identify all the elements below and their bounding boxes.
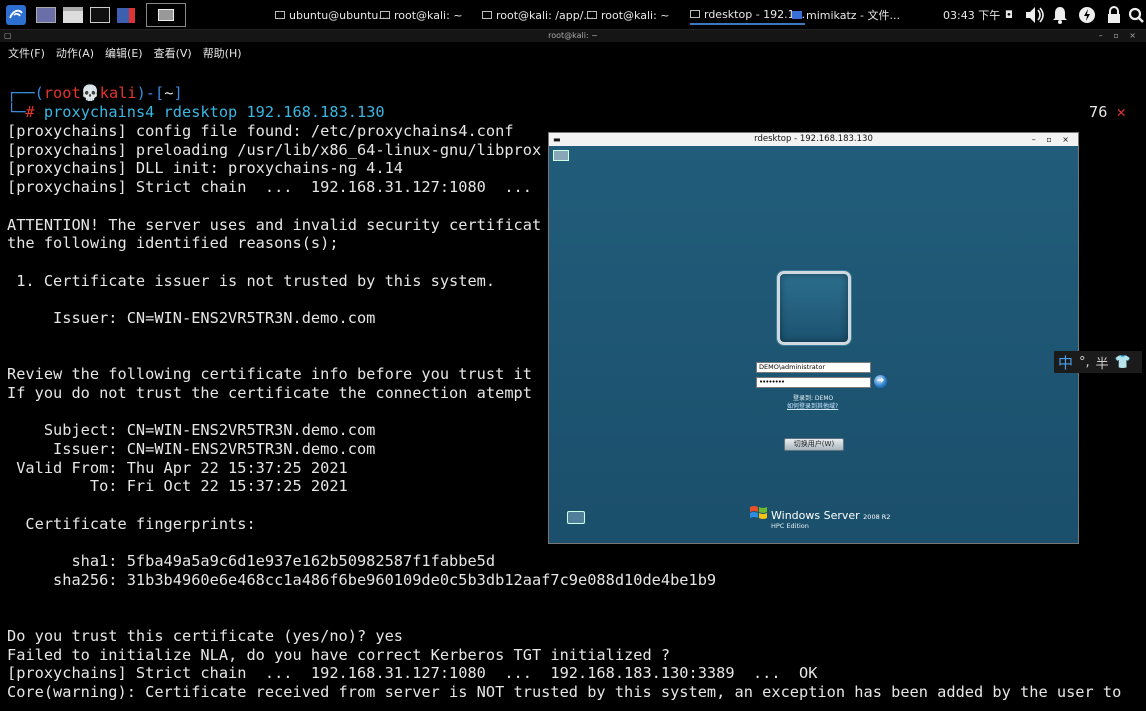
prompt-user: root xyxy=(43,84,81,102)
window-icon xyxy=(275,11,285,19)
terminal-line: Failed to initialize NLA, do you have co… xyxy=(7,645,671,664)
workspace-switcher[interactable] xyxy=(146,3,186,27)
status-x-icon: ✕ xyxy=(1116,103,1126,121)
switch-user-button[interactable]: 切换用户(W) xyxy=(784,438,844,451)
terminal-icon[interactable] xyxy=(88,3,112,27)
terminal-line: Core(warning): Certificate received from… xyxy=(7,683,1122,701)
right-status: 76 ✕ xyxy=(1089,103,1126,121)
rdesktop-window[interactable]: ▬ rdesktop - 192.168.183.130 – ▫ × DEMO\… xyxy=(548,132,1079,544)
ime-width[interactable]: 半 xyxy=(1096,353,1109,372)
ime-skin-icon[interactable]: 👕 xyxy=(1115,355,1131,370)
window-controls[interactable]: – ▫ × xyxy=(1032,133,1073,146)
terminal-line: [proxychains] config file found: /etc/pr… xyxy=(7,122,514,140)
terminal-menubar: 文件(F) 动作(A) 编辑(E) 查看(V) 帮助(H) xyxy=(0,42,1146,64)
power-icon[interactable] xyxy=(1077,0,1097,30)
terminal-line: To: Fri Oct 22 15:37:25 2021 xyxy=(7,477,348,496)
screen-recorder-icon[interactable] xyxy=(114,3,138,27)
task-rdesktop[interactable]: rdesktop - 192.1... xyxy=(690,5,806,25)
terminal-line: [proxychains] preloading /usr/lib/x86_64… xyxy=(7,140,542,159)
rdesktop-title: rdesktop - 192.168.183.130 xyxy=(754,134,873,144)
file-manager-icon[interactable] xyxy=(61,3,85,27)
edition-text: HPC Edition xyxy=(771,522,809,530)
ime-mode[interactable]: 中 xyxy=(1058,352,1073,373)
user-avatar xyxy=(777,271,851,345)
terminal-line: Issuer: CN=WIN-ENS2VR5TR3N.demo.com xyxy=(7,439,376,458)
terminal-line: Do you trust this certificate (yes/no)? … xyxy=(7,626,404,645)
terminal-line: Subject: CN=WIN-ENS2VR5TR3N.demo.com xyxy=(7,421,376,440)
menu-file[interactable]: 文件(F) xyxy=(8,45,45,61)
ime-toolbar[interactable]: 中 °, 半 👕 xyxy=(1054,351,1142,373)
menu-help[interactable]: 帮助(H) xyxy=(203,45,242,61)
window-menu-icon[interactable]: ▢ xyxy=(4,30,12,42)
windows-logon-screen[interactable]: DEMO\administrator •••••••• ➜ 登录到: DEMO … xyxy=(549,146,1078,543)
lock-icon[interactable] xyxy=(1105,0,1123,30)
other-domain-link[interactable]: 如何登录到其他域? xyxy=(787,401,838,410)
task-root-kali-app[interactable]: root@kali: /app/... xyxy=(482,5,594,25)
menu-edit[interactable]: 编辑(E) xyxy=(105,45,143,61)
window-controls[interactable]: – ▫ × xyxy=(1099,30,1140,42)
prompt-line: ┌──(root💀kali)-[~] xyxy=(7,84,183,102)
window-icon xyxy=(587,11,597,19)
task-ubuntu[interactable]: ubuntu@ubuntu... xyxy=(275,5,389,25)
command-text: proxychains4 rdesktop 192.168.183.130 xyxy=(43,103,385,121)
terminal-line: sha1: 5fba49a5a9c6d1e937e162b50982587f1f… xyxy=(7,552,496,571)
brand-text: Windows Server 2008 R2 xyxy=(771,509,891,522)
terminal-line: 1. Certificate issuer is not trusted by … xyxy=(7,271,496,290)
ease-of-access-corner-icon[interactable] xyxy=(553,150,569,161)
window-icon xyxy=(380,11,390,19)
skull-icon: 💀 xyxy=(80,84,100,102)
terminal-title-bar[interactable]: root@kali: ~ ▢ – ▫ × xyxy=(0,30,1146,42)
display-icon[interactable]: ◘ xyxy=(1005,0,1013,30)
terminal-line: Valid From: Thu Apr 22 15:37:25 2021 xyxy=(7,458,348,477)
windows-logo-icon xyxy=(749,504,769,522)
task-root-kali-1[interactable]: root@kali: ~ xyxy=(380,5,463,25)
username-field[interactable]: DEMO\administrator xyxy=(756,362,871,373)
window-title: root@kali: ~ xyxy=(548,31,598,40)
terminal-line: [proxychains] Strict chain ... 192.168.3… xyxy=(7,664,818,683)
workspace-icon[interactable] xyxy=(34,3,58,27)
command-line: └─# proxychains4 rdesktop 192.168.183.13… xyxy=(7,103,385,121)
task-root-kali-2[interactable]: root@kali: ~ xyxy=(587,5,670,25)
prompt-host: kali xyxy=(99,84,137,102)
terminal-line: Review the following certificate info be… xyxy=(7,365,532,384)
window-menu-icon[interactable]: ▬ xyxy=(553,133,561,146)
terminal-line: Certificate fingerprints: xyxy=(7,514,256,533)
terminal-line: [proxychains] Strict chain ... 192.168.3… xyxy=(7,178,532,197)
ime-punct[interactable]: °, xyxy=(1079,355,1090,370)
terminal-line: sha256: 31b3b4960e6e468cc1a486f6be960109… xyxy=(7,570,717,589)
clock[interactable]: 03:43 下午 xyxy=(943,0,1000,30)
volume-icon[interactable] xyxy=(1024,0,1046,30)
menu-view[interactable]: 查看(V) xyxy=(154,45,192,61)
top-panel: ubuntu@ubuntu... root@kali: ~ root@kali:… xyxy=(0,0,1146,30)
task-mimikatz[interactable]: mimikatz - 文件... xyxy=(792,5,900,25)
brand-version: 2008 R2 xyxy=(863,513,891,521)
menu-action[interactable]: 动作(A) xyxy=(56,45,94,61)
window-icon xyxy=(690,10,700,18)
terminal-line: ATTENTION! The server uses and invalid s… xyxy=(7,215,542,234)
terminal-line: If you do not trust the certificate the … xyxy=(7,383,532,402)
terminal-line: the following identified reasons(s); xyxy=(7,234,339,253)
rdesktop-title-bar[interactable]: ▬ rdesktop - 192.168.183.130 – ▫ × xyxy=(549,133,1078,146)
kali-menu-icon[interactable] xyxy=(3,3,29,27)
window-icon xyxy=(792,11,802,19)
login-arrow-icon[interactable]: ➜ xyxy=(874,375,887,388)
password-field[interactable]: •••••••• xyxy=(756,377,871,388)
ease-of-access-icon[interactable] xyxy=(567,511,585,524)
search-icon[interactable] xyxy=(1127,0,1145,30)
window-icon xyxy=(482,11,492,19)
notification-bell-icon[interactable] xyxy=(1050,0,1070,30)
terminal-line: [proxychains] DLL init: proxychains-ng 4… xyxy=(7,159,404,178)
terminal-line: Issuer: CN=WIN-ENS2VR5TR3N.demo.com xyxy=(7,309,376,327)
